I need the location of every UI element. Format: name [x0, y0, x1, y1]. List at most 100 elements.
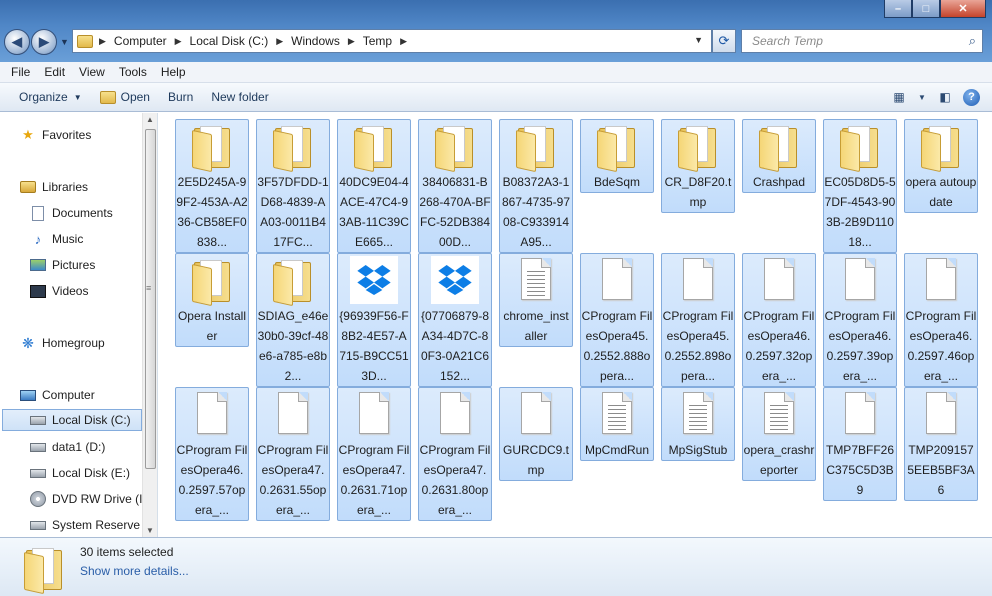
address-dropdown-icon[interactable]: ▼	[694, 35, 703, 45]
file-item[interactable]: MpCmdRun	[580, 387, 654, 461]
file-item[interactable]: CProgram FilesOpera46.0.2597.46opera_...	[904, 253, 978, 387]
file-item[interactable]: EC05D8D5-57DF-4543-903B-2B9D11018...	[823, 119, 897, 253]
file-item[interactable]: Crashpad	[742, 119, 816, 193]
document-icon	[30, 205, 46, 221]
file-item[interactable]: BdeSqm	[580, 119, 654, 193]
file-item[interactable]: CProgram FilesOpera46.0.2597.57opera_...	[175, 387, 249, 521]
breadcrumb-local-disk-c[interactable]: Local Disk (C:)	[184, 34, 275, 48]
menu-tools[interactable]: Tools	[112, 65, 154, 79]
file-item[interactable]: CProgram FilesOpera47.0.2631.80opera_...	[418, 387, 492, 521]
file-item[interactable]: 38406831-B268-470A-BFFC-52DB38400D...	[418, 119, 492, 253]
organize-button[interactable]: Organize ▼	[10, 86, 91, 108]
folder-icon	[431, 122, 479, 173]
search-input[interactable]: Search Temp ⌕	[741, 29, 983, 53]
chevron-right-icon[interactable]: ▶	[97, 36, 108, 47]
nav-libraries[interactable]: Libraries	[20, 176, 88, 198]
help-icon[interactable]: ?	[963, 88, 980, 106]
file-icon	[917, 256, 965, 304]
menu-view[interactable]: View	[72, 65, 112, 79]
nav-dvd-drive[interactable]: DVD RW Drive (I	[30, 488, 142, 510]
search-icon[interactable]: ⌕	[969, 33, 976, 49]
folder-icon	[512, 122, 560, 173]
file-item[interactable]: Opera Installer	[175, 253, 249, 347]
file-item[interactable]: 40DC9E04-4ACE-47C4-93AB-11C39CE665...	[337, 119, 411, 253]
text-file-icon	[512, 256, 560, 304]
nav-documents[interactable]: Documents	[30, 202, 113, 224]
file-item[interactable]: TMP2091575EEB5BF3A6	[904, 387, 978, 501]
file-icon	[674, 256, 722, 304]
chevron-right-icon[interactable]: ▶	[274, 36, 285, 47]
file-name: Opera Installer	[177, 309, 247, 343]
video-icon	[30, 284, 46, 298]
nav-pictures[interactable]: Pictures	[30, 254, 95, 276]
file-item[interactable]: TMP7BFF26C375C5D3B9	[823, 387, 897, 501]
file-item[interactable]: GURCDC9.tmp	[499, 387, 573, 481]
scroll-up-icon[interactable]: ▲	[146, 115, 154, 124]
new-folder-button[interactable]: New folder	[202, 86, 277, 108]
nav-local-disk-c[interactable]: Local Disk (C:)	[2, 409, 142, 431]
chevron-down-icon: ▼	[73, 92, 82, 102]
nav-computer[interactable]: Computer	[20, 384, 95, 406]
file-item[interactable]: B08372A3-1867-4735-9708-C933914A95...	[499, 119, 573, 253]
file-item[interactable]: CR_D8F20.tmp	[661, 119, 735, 213]
nav-label: System Reserve	[52, 518, 141, 532]
chevron-right-icon[interactable]: ▶	[398, 36, 409, 47]
nav-local-disk-e[interactable]: Local Disk (E:)	[30, 462, 130, 484]
menu-edit[interactable]: Edit	[37, 65, 72, 79]
minimize-button[interactable]: –	[884, 0, 912, 18]
file-item[interactable]: CProgram FilesOpera47.0.2631.55opera_...	[256, 387, 330, 521]
nav-homegroup[interactable]: ❋ Homegroup	[20, 332, 105, 354]
scroll-down-icon[interactable]: ▼	[146, 526, 154, 535]
nav-music[interactable]: ♪ Music	[30, 228, 84, 250]
nav-favorites[interactable]: ★ Favorites	[20, 124, 91, 146]
file-item[interactable]: CProgram FilesOpera46.0.2597.32opera_...	[742, 253, 816, 387]
menu-file[interactable]: File	[4, 65, 37, 79]
file-item[interactable]: CProgram FilesOpera45.0.2552.888opera...	[580, 253, 654, 387]
burn-button[interactable]: Burn	[159, 86, 202, 108]
address-bar[interactable]: ▶ Computer ▶ Local Disk (C:) ▶ Windows ▶…	[72, 29, 712, 53]
maximize-button[interactable]: □	[912, 0, 940, 18]
back-button[interactable]: ◀	[4, 29, 30, 55]
file-item[interactable]: 3F57DFDD-1D68-4839-AA03-0011B417FC...	[256, 119, 330, 253]
preview-pane-icon[interactable]: ◧	[935, 87, 955, 107]
chevron-right-icon[interactable]: ▶	[346, 36, 357, 47]
breadcrumb-temp[interactable]: Temp	[357, 34, 398, 48]
file-item[interactable]: MpSigStub	[661, 387, 735, 461]
nav-scrollbar[interactable]: ▲ ≡ ▼	[142, 113, 157, 537]
text-file-icon	[755, 390, 803, 438]
drive-icon	[30, 468, 46, 478]
view-dropdown-icon[interactable]: ▼	[917, 87, 927, 107]
file-item[interactable]: 2E5D245A-99F2-453A-A236-CB58EF0838...	[175, 119, 249, 253]
file-name: 2E5D245A-99F2-453A-A236-CB58EF0838...	[176, 175, 248, 249]
file-item[interactable]: CProgram FilesOpera45.0.2552.898opera...	[661, 253, 735, 387]
scrollbar-thumb[interactable]	[145, 129, 156, 469]
close-button[interactable]: ✕	[940, 0, 986, 18]
nav-data1-d[interactable]: data1 (D:)	[30, 436, 105, 458]
show-more-details-link[interactable]: Show more details...	[80, 564, 189, 578]
file-item[interactable]: chrome_installer	[499, 253, 573, 347]
file-item[interactable]: opera autoupdate	[904, 119, 978, 213]
breadcrumb-computer[interactable]: Computer	[108, 34, 173, 48]
file-item[interactable]: SDIAG_e46e30b0-39cf-48e6-a785-e8b2...	[256, 253, 330, 387]
recent-pages-dropdown[interactable]: ▼	[60, 37, 69, 47]
chevron-right-icon[interactable]: ▶	[173, 36, 184, 47]
open-button[interactable]: Open	[91, 86, 159, 108]
breadcrumb-windows[interactable]: Windows	[285, 34, 346, 48]
file-name: 40DC9E04-4ACE-47C4-93AB-11C39CE665...	[339, 175, 409, 249]
folder-icon	[188, 122, 236, 173]
file-item[interactable]: CProgram FilesOpera47.0.2631.71opera_...	[337, 387, 411, 521]
file-name: CProgram FilesOpera46.0.2597.39opera_...	[824, 309, 896, 383]
file-item[interactable]: {96939F56-F8B2-4E57-A715-B9CC513D...	[337, 253, 411, 387]
file-item[interactable]: CProgram FilesOpera46.0.2597.39opera_...	[823, 253, 897, 387]
refresh-button[interactable]: ⟳	[712, 29, 736, 53]
details-pane: 30 items selected Show more details...	[0, 537, 992, 596]
change-view-icon[interactable]: ▦	[889, 87, 909, 107]
nav-system-reserved[interactable]: System Reserve	[30, 514, 140, 536]
file-name: Crashpad	[752, 175, 806, 189]
file-item[interactable]: opera_crashreporter	[742, 387, 816, 481]
menu-help[interactable]: Help	[154, 65, 193, 79]
file-item[interactable]: {07706879-8A34-4D7C-80F3-0A21C6152...	[418, 253, 492, 387]
folder-icon	[77, 34, 93, 48]
nav-videos[interactable]: Videos	[30, 280, 88, 302]
forward-button[interactable]: ▶	[31, 29, 57, 55]
